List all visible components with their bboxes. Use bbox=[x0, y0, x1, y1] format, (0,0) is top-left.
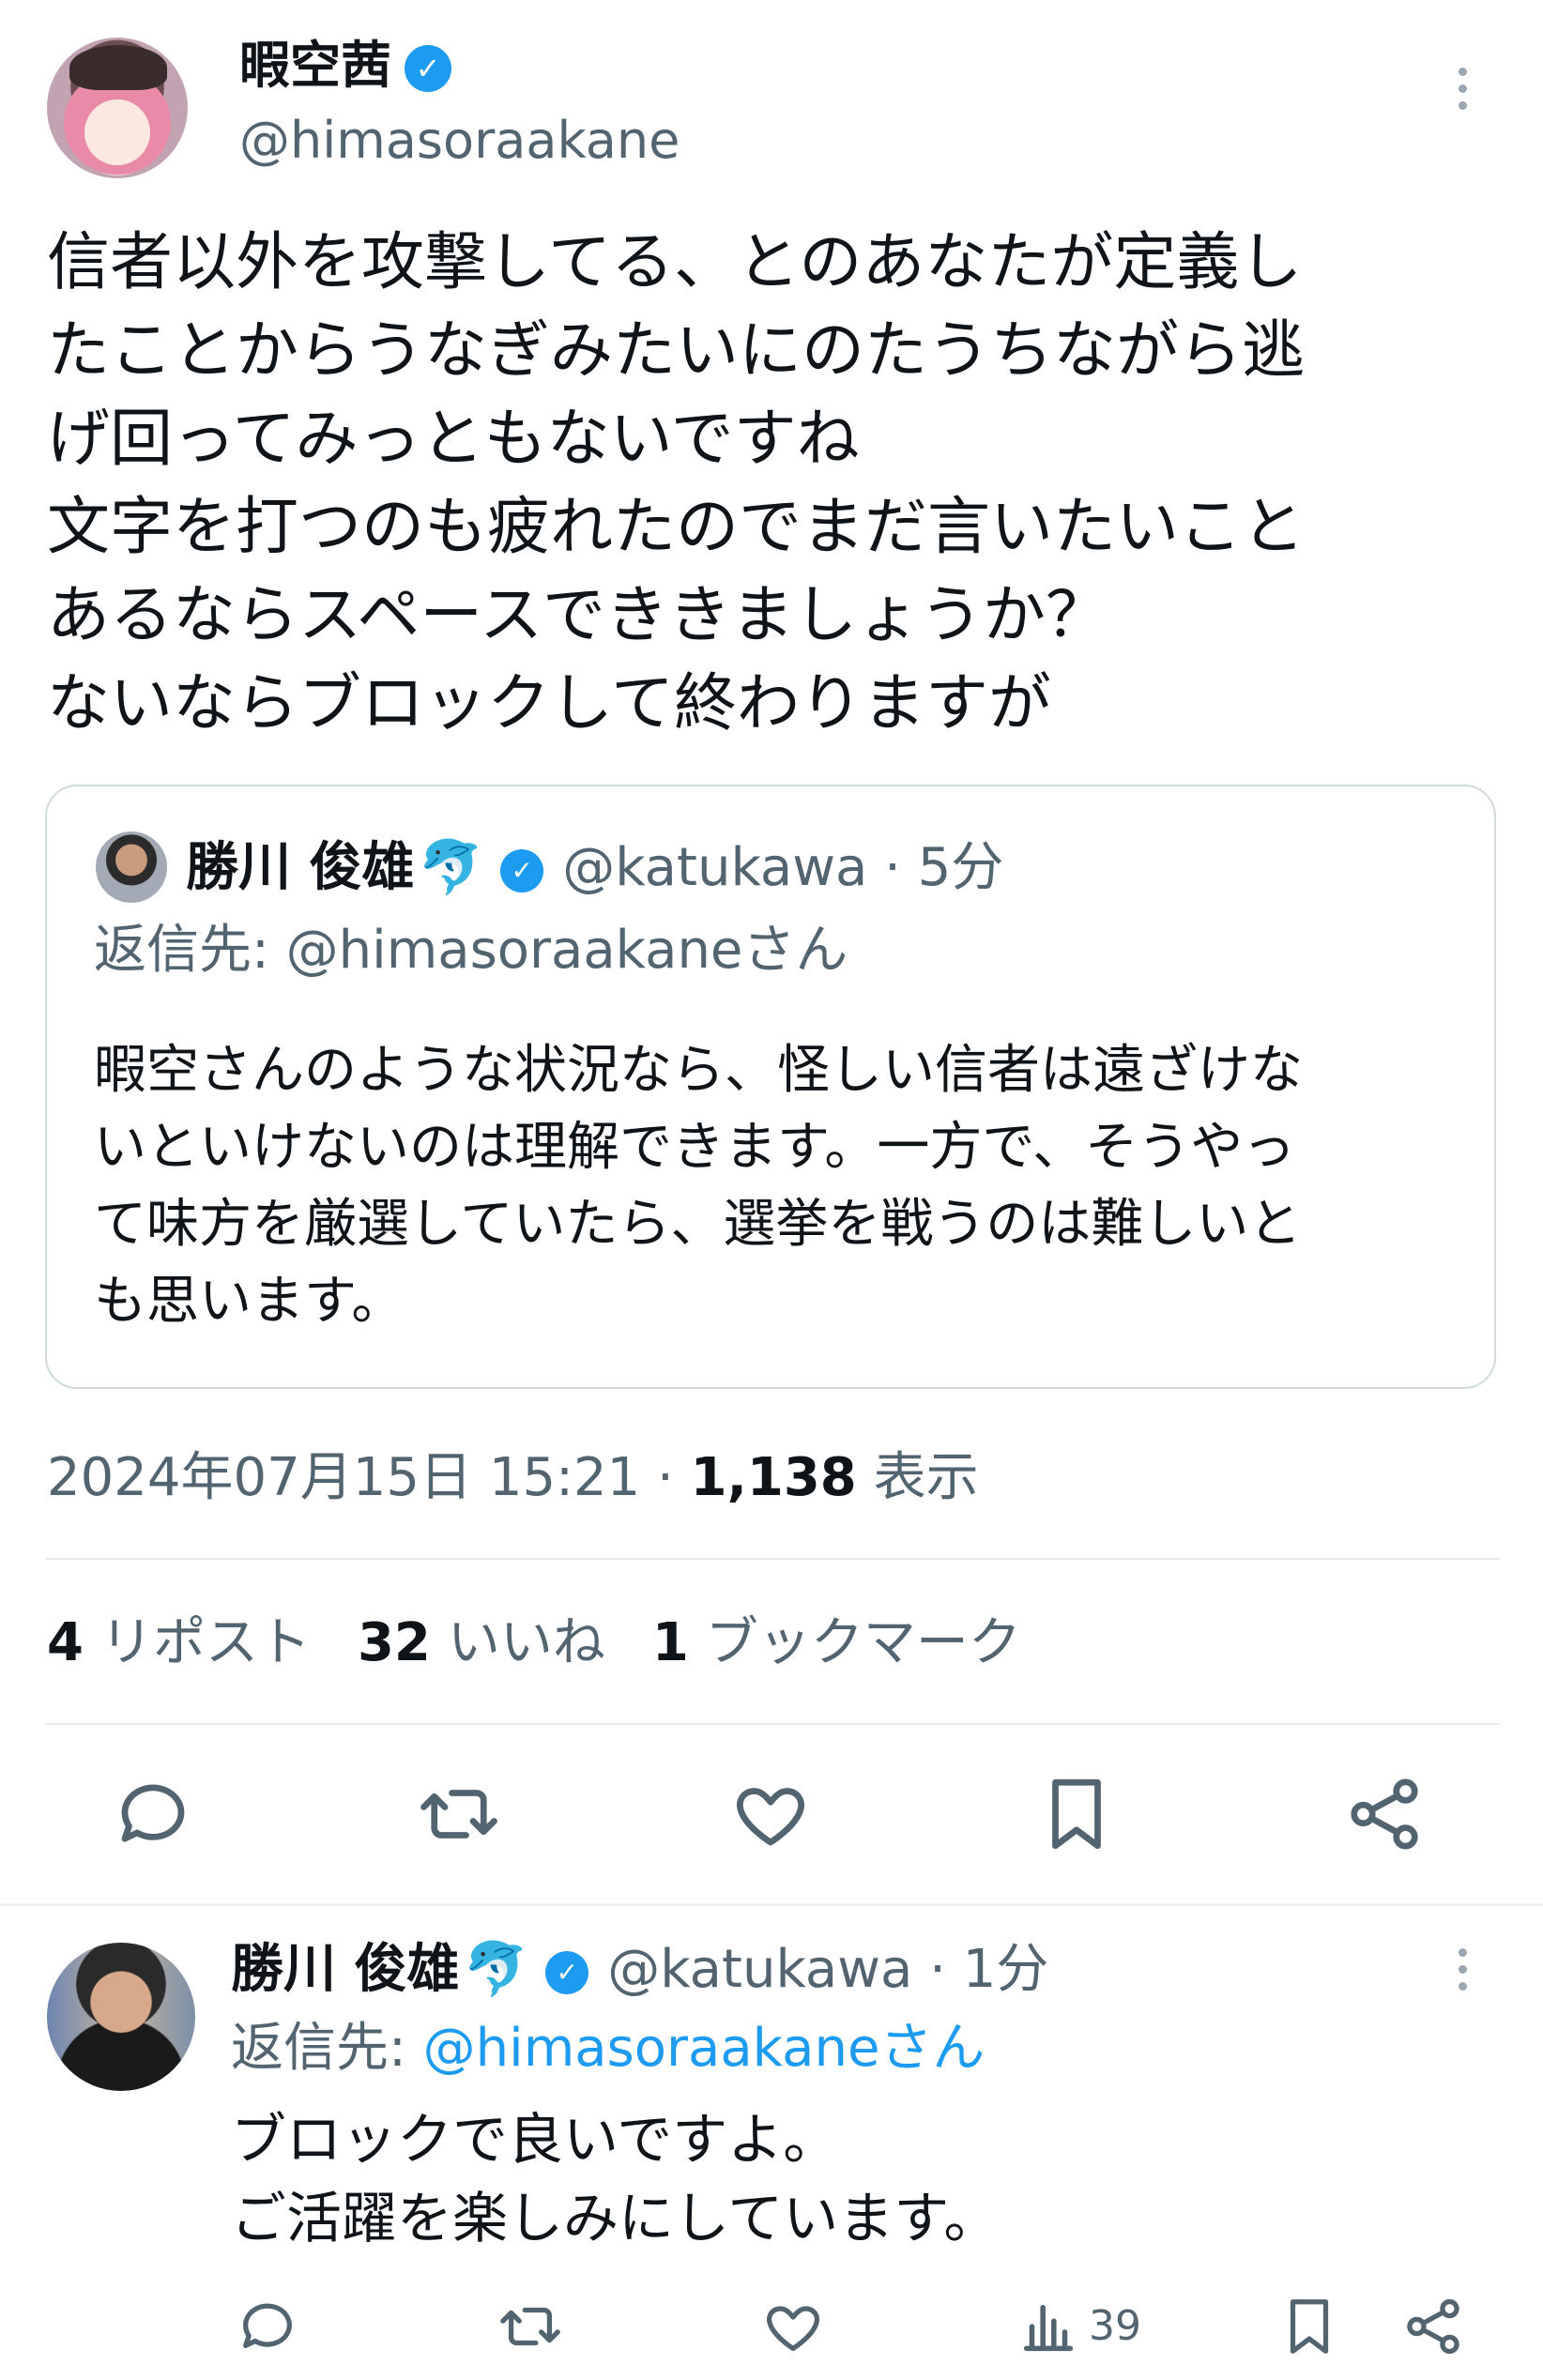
repost-arrows-icon bbox=[500, 2307, 560, 2346]
reply-to-line: 返信先: @himasoraakaneさん bbox=[231, 2016, 985, 2082]
quoted-tweet-text: 暇空さんのような状況なら、怪しい信者は遠ざけな いといけないのは理解できます。一… bbox=[94, 1040, 1303, 1332]
divider bbox=[45, 1558, 1500, 1560]
verified-badge-icon: ✓ bbox=[405, 45, 451, 93]
reply-author-line: 勝川 俊雄🐬 ✓ @katukawa · 1分 bbox=[231, 1937, 1048, 2003]
bookmarks-label: ブックマーク bbox=[705, 1612, 1021, 1673]
more-vertical-icon[interactable] bbox=[1453, 1948, 1472, 2001]
share-icon bbox=[1407, 2298, 1459, 2355]
reposts-label: リポスト bbox=[99, 1612, 311, 1673]
tweet-timestamp-views: 2024年07月15日 15:21 · 1,138 表示 bbox=[47, 1445, 979, 1511]
heart-icon bbox=[767, 2306, 819, 2351]
share-icon bbox=[1351, 1778, 1418, 1850]
repost-button[interactable] bbox=[497, 2294, 563, 2359]
share-button[interactable] bbox=[1400, 2294, 1466, 2359]
quoted-author-avatar bbox=[96, 831, 167, 903]
reply-button[interactable] bbox=[235, 2294, 300, 2359]
reposts-stat[interactable]: 4 リポスト bbox=[47, 1612, 311, 1673]
bookmark-icon bbox=[1290, 2299, 1329, 2354]
reply-author-avatar[interactable] bbox=[47, 1943, 195, 2091]
likes-count: 32 bbox=[357, 1612, 431, 1673]
reposts-count: 4 bbox=[47, 1612, 84, 1673]
bookmarks-count: 1 bbox=[651, 1612, 689, 1673]
bookmark-icon bbox=[1052, 1778, 1101, 1850]
author-name-text[interactable]: 暇空茜 bbox=[239, 36, 391, 95]
verified-badge-icon: ✓ bbox=[545, 1950, 589, 1994]
dolphin-emoji: 🐬 bbox=[418, 837, 484, 898]
reply-views-count: 39 bbox=[1089, 2302, 1141, 2350]
reply-to-prefix: 返信先: bbox=[231, 2018, 423, 2079]
reply-author-name[interactable]: 勝川 俊雄 bbox=[231, 1939, 460, 2000]
share-button[interactable] bbox=[1342, 1772, 1427, 1856]
author-avatar[interactable] bbox=[47, 38, 188, 178]
likes-label: いいね bbox=[447, 1612, 605, 1673]
quoted-handle-time: @katukawa · 5分 bbox=[562, 837, 1004, 898]
like-button[interactable] bbox=[760, 2294, 826, 2359]
reply-handle-time[interactable]: @katukawa · 1分 bbox=[607, 1939, 1048, 2000]
repost-arrows-icon bbox=[420, 1790, 497, 1838]
views-count: 1,138 bbox=[690, 1447, 857, 1508]
bar-chart-icon bbox=[1023, 2304, 1074, 2352]
repost-button[interactable] bbox=[417, 1772, 501, 1856]
quoted-author-line: 勝川 俊雄🐬 ✓ @katukawa · 5分 bbox=[186, 835, 1003, 901]
reply-button[interactable] bbox=[111, 1772, 195, 1856]
speech-bubble-icon bbox=[243, 2303, 292, 2349]
divider bbox=[45, 1723, 1500, 1725]
quoted-reply-to: 返信先: @himasoraakaneさん bbox=[94, 920, 848, 981]
tweet-timestamp[interactable]: 2024年07月15日 15:21 · bbox=[47, 1447, 691, 1508]
author-display-name[interactable]: 暇空茜 ✓ bbox=[239, 36, 451, 96]
verified-badge-icon: ✓ bbox=[500, 848, 544, 892]
speech-bubble-icon bbox=[121, 1784, 185, 1842]
like-button[interactable] bbox=[728, 1772, 813, 1856]
quoted-author-name: 勝川 俊雄 bbox=[186, 837, 415, 898]
quoted-tweet-card[interactable]: 勝川 俊雄🐬 ✓ @katukawa · 5分 返信先: @himasoraakan… bbox=[45, 785, 1496, 1389]
likes-stat[interactable]: 32 いいね bbox=[358, 1612, 605, 1673]
views-label: 表示 bbox=[856, 1447, 979, 1508]
bookmark-button[interactable] bbox=[1276, 2294, 1342, 2359]
heart-icon bbox=[737, 1788, 804, 1846]
tweet-text: 信者以外を攻撃してる、とのあなたが定義し たことからうなぎみたいにのたうちながら… bbox=[47, 225, 1305, 740]
bookmark-button[interactable] bbox=[1034, 1772, 1119, 1856]
reply-to-mention[interactable]: @himasoraakaneさん bbox=[423, 2018, 985, 2079]
views-button[interactable] bbox=[1016, 2294, 1081, 2359]
more-vertical-icon[interactable] bbox=[1453, 68, 1472, 120]
section-divider bbox=[0, 1903, 1543, 1906]
engagement-stats: 4 リポスト 32 いいね 1 ブックマーク bbox=[47, 1610, 1021, 1676]
bookmarks-stat[interactable]: 1 ブックマーク bbox=[652, 1612, 1021, 1673]
reply-text: ブロックで良いですよ。 ご活躍を楽しみにしています。 bbox=[231, 2107, 1000, 2250]
dolphin-emoji: 🐬 bbox=[463, 1939, 529, 2000]
author-handle[interactable]: @himasoraakane bbox=[239, 111, 680, 171]
